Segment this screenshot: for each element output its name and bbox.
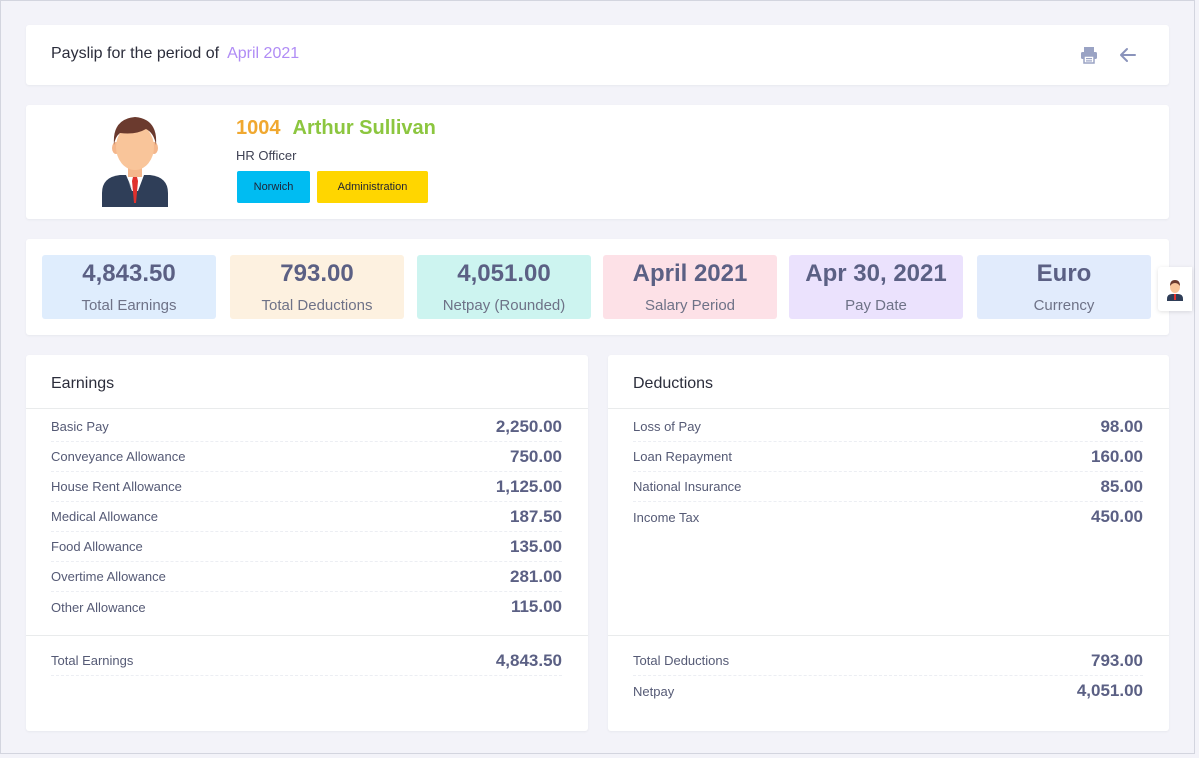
row-label: Overtime Allowance [51, 569, 166, 584]
row-value: 160.00 [1091, 446, 1143, 466]
summary-stats-card: 4,843.50 Total Earnings 793.00 Total Ded… [26, 239, 1169, 335]
divider [26, 635, 588, 636]
stat-value: Apr 30, 2021 [805, 260, 947, 287]
page-frame: Payslip for the period of April 2021 100… [0, 0, 1195, 754]
stat-total-earnings: 4,843.50 Total Earnings [42, 255, 216, 319]
employee-profile-card: 1004 Arthur Sullivan HR Officer Norwich A… [26, 105, 1169, 219]
employee-id: 1004 [236, 117, 281, 139]
stat-salary-period: April 2021 Salary Period [603, 255, 777, 319]
payslip-header: Payslip for the period of April 2021 [26, 25, 1169, 85]
deductions-totals: Total Deductions 793.00 Netpay 4,051.00 [633, 646, 1143, 706]
stat-label: Netpay (Rounded) [442, 297, 566, 314]
title-prefix: Payslip for the period of [51, 45, 220, 62]
stat-label: Total Deductions [261, 297, 373, 314]
total-deductions-row: Total Deductions 793.00 [633, 646, 1143, 676]
divider [26, 408, 588, 409]
stat-value: 4,843.50 [82, 260, 176, 287]
row-label: Income Tax [633, 509, 700, 525]
earnings-list: Basic Pay 2,250.00 Conveyance Allowance 75… [51, 412, 562, 622]
stat-label: Total Earnings [81, 297, 177, 314]
row-value: 85.00 [1100, 476, 1143, 496]
netpay-row: Netpay 4,051.00 [633, 676, 1143, 706]
location-badge[interactable]: Norwich [237, 171, 310, 203]
earning-row: Other Allowance 115.00 [51, 592, 562, 622]
avatar-businessman-icon [100, 115, 170, 207]
row-value: 793.00 [1091, 650, 1143, 670]
stat-value: April 2021 [632, 260, 748, 287]
stat-value: 4,051.00 [457, 260, 551, 287]
earnings-title: Earnings [51, 375, 115, 392]
divider [608, 635, 1169, 636]
earning-row: Medical Allowance 187.50 [51, 502, 562, 532]
row-value: 2,250.00 [495, 416, 562, 436]
stat-label: Pay Date [845, 297, 907, 314]
row-value: 450.00 [1091, 507, 1143, 526]
earning-row: Food Allowance 135.00 [51, 532, 562, 562]
row-value: 135.00 [510, 536, 562, 556]
department-badge[interactable]: Administration [317, 171, 428, 203]
row-label: Netpay [633, 683, 675, 699]
earning-row: House Rent Allowance 1,125.00 [51, 472, 562, 502]
earning-row: Overtime Allowance 281.00 [51, 562, 562, 592]
stat-total-deductions: 793.00 Total Deductions [230, 255, 404, 319]
employee-role: HR Officer [236, 148, 297, 163]
deductions-card: Deductions Loss of Pay 98.00 Loan Repayme… [608, 355, 1169, 731]
stat-value: Euro [1036, 260, 1092, 287]
deduction-row: Income Tax 450.00 [633, 502, 1143, 532]
row-label: Other Allowance [51, 599, 146, 615]
row-value: 187.50 [510, 506, 562, 526]
earnings-card: Earnings Basic Pay 2,250.00 Conveyance Al… [26, 355, 588, 731]
row-value: 4,051.00 [1076, 681, 1143, 700]
row-value: 4,843.50 [495, 650, 562, 670]
stat-label: Currency [1033, 297, 1095, 314]
row-value: 98.00 [1100, 416, 1143, 436]
row-value: 1,125.00 [495, 476, 562, 496]
row-label: Conveyance Allowance [51, 449, 186, 464]
row-label: Medical Allowance [51, 509, 158, 524]
earnings-totals: Total Earnings 4,843.50 [51, 646, 562, 676]
row-value: 281.00 [510, 566, 562, 586]
deduction-row: Loss of Pay 98.00 [633, 412, 1143, 442]
earning-row: Conveyance Allowance 750.00 [51, 442, 562, 472]
stat-pay-date: Apr 30, 2021 Pay Date [789, 255, 963, 319]
row-label: House Rent Allowance [51, 479, 182, 494]
total-earnings-row: Total Earnings 4,843.50 [51, 646, 562, 676]
earning-row: Basic Pay 2,250.00 [51, 412, 562, 442]
side-avatar-button[interactable] [1158, 267, 1192, 311]
page-title: Payslip for the period of April 2021 [51, 45, 299, 63]
row-label: Total Earnings [51, 653, 134, 668]
arrow-left-icon[interactable] [1118, 45, 1138, 65]
row-label: Loss of Pay [633, 419, 701, 434]
stat-value: 793.00 [280, 260, 354, 287]
row-label: Food Allowance [51, 539, 143, 554]
employee-name: Arthur Sullivan [292, 117, 436, 139]
row-label: Loan Repayment [633, 449, 733, 464]
row-value: 115.00 [510, 597, 562, 616]
deduction-row: National Insurance 85.00 [633, 472, 1143, 502]
printer-icon[interactable] [1079, 45, 1099, 65]
row-label: National Insurance [633, 479, 742, 494]
employee-heading: 1004 Arthur Sullivan [236, 117, 436, 140]
deductions-list: Loss of Pay 98.00 Loan Repayment 160.00 Na… [633, 412, 1143, 532]
divider [608, 408, 1169, 409]
deductions-title: Deductions [633, 375, 714, 392]
row-label: Total Deductions [633, 653, 730, 668]
stat-netpay: 4,051.00 Netpay (Rounded) [417, 255, 591, 319]
row-value: 750.00 [510, 446, 562, 466]
stat-label: Salary Period [644, 297, 736, 314]
period-label: April 2021 [227, 45, 300, 62]
row-label: Basic Pay [51, 419, 109, 434]
deduction-row: Loan Repayment 160.00 [633, 442, 1143, 472]
stat-currency: Euro Currency [977, 255, 1151, 319]
